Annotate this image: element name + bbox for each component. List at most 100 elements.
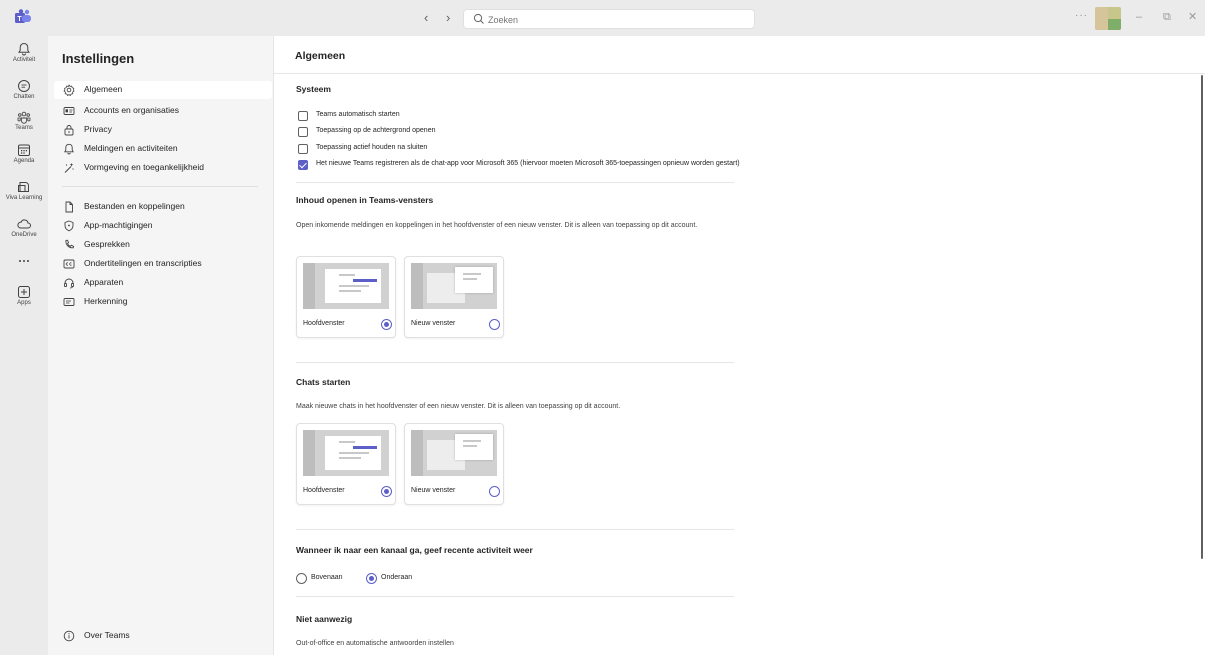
section-divider [296, 362, 734, 363]
settings-title: Instellingen [62, 51, 135, 66]
option-card-nieuw-venster[interactable]: Nieuw venster [404, 423, 504, 505]
svg-text:T: T [17, 16, 22, 23]
captions-icon [63, 259, 75, 269]
nieuw-venster-illustration [411, 430, 497, 476]
option-card-hoofdvenster[interactable]: Hoofdvenster [296, 423, 396, 505]
file-icon [65, 201, 73, 213]
settings-item-label: Gesprekken [84, 239, 130, 249]
section-title-afwezig: Niet aanwezig [296, 614, 353, 624]
nieuw-venster-illustration [411, 263, 497, 309]
rail-item-agenda[interactable]: Agenda [0, 143, 48, 164]
checkbox-label: Toepassing op de achtergrond openen [316, 127, 436, 134]
paint-icon [64, 163, 74, 173]
section-divider [296, 596, 734, 597]
settings-item-gesprekken[interactable]: Gesprekken [54, 236, 272, 254]
id-card-icon [63, 107, 75, 115]
card-label: Hoofdvenster [303, 487, 345, 494]
option-card-nieuw-venster[interactable]: Nieuw venster [404, 256, 504, 338]
card-label: Hoofdvenster [303, 320, 345, 327]
chat-icon [18, 80, 30, 92]
checkbox[interactable] [298, 127, 308, 137]
option-card-hoofdvenster[interactable]: Hoofdvenster [296, 256, 396, 338]
settings-item-meldingen[interactable]: Meldingen en activiteiten [54, 140, 272, 158]
restore-button[interactable]: ⧉ [1163, 10, 1171, 24]
back-button[interactable]: ‹ [424, 10, 428, 26]
rail-item-apps[interactable]: Apps [0, 285, 48, 306]
search-box[interactable] [463, 9, 755, 29]
forward-button[interactable]: › [446, 10, 450, 26]
checkbox-checked[interactable] [298, 160, 308, 170]
bell-icon [64, 143, 74, 155]
app-rail: Activiteit Chatten Teams Agenda Viva Lea… [0, 36, 48, 655]
settings-item-bestanden[interactable]: Bestanden en koppelingen [54, 198, 272, 216]
scrollbar[interactable] [1201, 75, 1203, 559]
more-options-button[interactable]: ··· [1075, 10, 1088, 21]
checkbox[interactable] [298, 111, 308, 121]
gear-icon [63, 84, 75, 96]
rail-item-more[interactable] [0, 256, 48, 266]
radio-button[interactable] [489, 319, 500, 330]
rail-item-teams[interactable]: Teams [0, 110, 48, 131]
rail-item-onedrive[interactable]: OneDrive [0, 217, 48, 238]
settings-item-over-teams[interactable]: Over Teams [54, 627, 272, 645]
radio-label: Onderaan [381, 574, 413, 581]
page-title: Algemeen [295, 50, 346, 62]
settings-item-apparaten[interactable]: Apparaten [54, 274, 272, 292]
more-icon [19, 260, 29, 262]
bell-icon [18, 42, 30, 56]
card-label: Nieuw venster [411, 320, 456, 327]
settings-item-label: Bestanden en koppelingen [84, 201, 185, 211]
section-divider [296, 529, 734, 530]
section-desc-inhoud: Open inkomende meldingen en koppelingen … [296, 222, 698, 229]
shield-icon [64, 220, 74, 232]
avatar[interactable] [1095, 7, 1121, 30]
add-apps-icon [18, 286, 30, 298]
radio-button[interactable] [296, 573, 307, 584]
rail-label: Activiteit [12, 57, 36, 63]
section-title-inhoud: Inhoud openen in Teams-vensters [296, 195, 434, 205]
settings-item-label: Privacy [84, 124, 112, 134]
settings-pane: Instellingen Algemeen Accounts en organi… [48, 36, 274, 655]
teams-icon [17, 111, 31, 124]
rail-label: Apps [17, 300, 31, 306]
cloud-icon [17, 219, 31, 229]
main-header: Algemeen [274, 36, 1205, 74]
rail-item-activiteit[interactable]: Activiteit [0, 42, 48, 63]
settings-item-app-machtigingen[interactable]: App-machtigingen [54, 217, 272, 235]
settings-item-vormgeving[interactable]: Vormgeving en toegankelijkheid [54, 159, 272, 177]
settings-item-ondertitelingen[interactable]: Ondertitelingen en transcripties [54, 255, 272, 273]
minimize-button[interactable]: – [1136, 10, 1142, 24]
rail-label: Viva Learning [5, 195, 43, 201]
teams-logo-icon[interactable]: T [14, 9, 32, 25]
section-divider [296, 182, 734, 183]
rail-label: Agenda [13, 158, 35, 164]
section-desc-afwezig: Out-of-office en automatische antwoorden… [296, 640, 454, 647]
radio-button-selected[interactable] [366, 573, 377, 584]
close-button[interactable]: ✕ [1188, 10, 1197, 24]
rail-item-chatten[interactable]: Chatten [0, 79, 48, 100]
settings-item-label: Algemeen [84, 84, 123, 94]
settings-item-algemeen[interactable]: Algemeen [54, 81, 272, 99]
headset-icon [64, 278, 74, 289]
settings-item-label: App-machtigingen [84, 220, 153, 230]
settings-item-herkenning[interactable]: Herkenning [54, 293, 272, 311]
section-title-systeem: Systeem [296, 84, 331, 94]
radio-button-selected[interactable] [381, 486, 392, 497]
recognition-icon [63, 298, 75, 306]
checkbox[interactable] [298, 144, 308, 154]
title-bar: T ‹ › ··· – ⧉ ✕ [0, 0, 1205, 36]
book-icon [18, 182, 29, 192]
radio-button[interactable] [489, 486, 500, 497]
rail-item-viva-learning[interactable]: Viva Learning [0, 180, 48, 201]
phone-icon [65, 239, 74, 249]
hoofdvenster-illustration [303, 430, 389, 476]
search-input[interactable] [488, 12, 748, 27]
settings-item-label: Apparaten [84, 277, 124, 287]
checkbox-label: Teams automatisch starten [316, 111, 400, 118]
settings-item-label: Vormgeving en toegankelijkheid [84, 162, 205, 172]
checkbox-label: Toepassing actief houden na sluiten [316, 144, 428, 151]
settings-item-privacy[interactable]: Privacy [54, 121, 272, 139]
rail-label: OneDrive [11, 232, 37, 238]
radio-button-selected[interactable] [381, 319, 392, 330]
settings-item-accounts[interactable]: Accounts en organisaties [54, 102, 272, 120]
